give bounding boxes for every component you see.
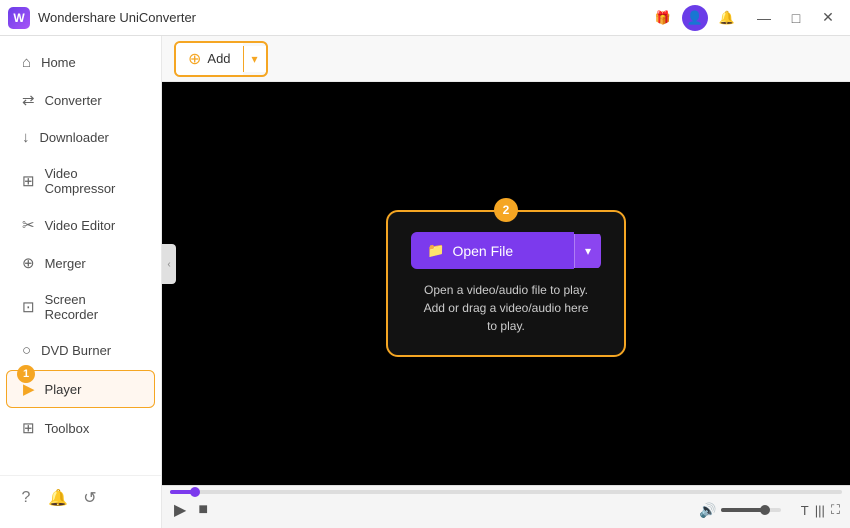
sidebar-item-screen-recorder[interactable]: ⊡ Screen Recorder xyxy=(6,283,155,331)
add-file-button[interactable]: ⊕ Add ▾ xyxy=(174,41,268,77)
sidebar-collapse-handle[interactable]: ‹ xyxy=(162,244,176,284)
sidebar: ⌂ Home ⇄ Converter ↓ Downloader ⊞ Video … xyxy=(0,36,162,528)
video-compressor-icon: ⊞ xyxy=(22,172,35,190)
progress-bar-container[interactable] xyxy=(162,486,850,494)
close-button[interactable]: ✕ xyxy=(814,4,842,32)
converter-icon: ⇄ xyxy=(22,91,35,109)
sidebar-label-merger: Merger xyxy=(45,256,86,271)
progress-bar-track[interactable] xyxy=(170,490,842,494)
add-dropdown-arrow[interactable]: ▾ xyxy=(243,46,266,72)
sidebar-label-video-compressor: Video Compressor xyxy=(45,166,139,196)
sidebar-item-converter[interactable]: ⇄ Converter xyxy=(6,82,155,118)
sidebar-label-downloader: Downloader xyxy=(40,130,109,145)
refresh-icon[interactable]: ↺ xyxy=(76,484,104,512)
open-file-badge: 2 xyxy=(494,198,518,222)
title-bar-left: W Wondershare UniConverter xyxy=(8,7,196,29)
app-logo: W xyxy=(8,7,30,29)
open-file-hint-line2: Add or drag a video/audio here to play. xyxy=(418,299,594,335)
sidebar-label-player: Player xyxy=(45,382,82,397)
window-controls: — □ ✕ xyxy=(750,4,842,32)
stop-button[interactable]: ■ xyxy=(196,499,210,521)
sidebar-item-dvd-burner[interactable]: ○ DVD Burner xyxy=(6,333,155,368)
open-file-label: Open File xyxy=(452,243,513,259)
player-area: 2 📁 Open File ▾ Open a video/audio file … xyxy=(162,82,850,528)
speed-icon: ||| xyxy=(815,503,825,518)
subtitle-icon: T xyxy=(801,503,809,518)
volume-fill xyxy=(721,508,763,512)
screen-recorder-icon: ⊡ xyxy=(22,298,35,316)
sidebar-label-video-editor: Video Editor xyxy=(45,218,116,233)
main-layout: ⌂ Home ⇄ Converter ↓ Downloader ⊞ Video … xyxy=(0,36,850,528)
player-badge: 1 xyxy=(17,365,35,383)
fullscreen-icon: ⛶ xyxy=(831,502,840,518)
controls-row: ▶ ■ 🔊 T ||| xyxy=(162,494,850,528)
sidebar-item-toolbox[interactable]: ⊞ Toolbox xyxy=(6,410,155,446)
volume-area: 🔊 xyxy=(699,502,780,519)
playback-bar: ▶ ■ 🔊 T ||| xyxy=(162,485,850,528)
open-file-dropdown-arrow[interactable]: ▾ xyxy=(574,234,601,268)
play-button[interactable]: ▶ xyxy=(172,498,188,522)
sidebar-label-screen-recorder: Screen Recorder xyxy=(45,292,139,322)
content-area: ‹ ⊕ Add ▾ 2 📁 Open File xyxy=(162,36,850,528)
user-icon[interactable]: 👤 xyxy=(682,5,708,31)
speed-button[interactable]: ||| xyxy=(815,503,825,518)
maximize-button[interactable]: □ xyxy=(782,4,810,32)
toolbar: ⊕ Add ▾ xyxy=(162,36,850,82)
open-file-folder-icon: 📁 xyxy=(427,242,444,259)
sidebar-item-home[interactable]: ⌂ Home xyxy=(6,45,155,80)
sidebar-item-player[interactable]: 1 ▶ Player xyxy=(6,370,155,408)
open-file-main-button[interactable]: 📁 Open File xyxy=(411,232,574,269)
notification-bell-icon[interactable]: 🔔 xyxy=(44,484,72,512)
sidebar-label-toolbox: Toolbox xyxy=(45,421,90,436)
open-file-hint-line1: Open a video/audio file to play. xyxy=(418,281,594,299)
video-editor-icon: ✂ xyxy=(22,216,35,234)
open-file-button-group[interactable]: 📁 Open File ▾ xyxy=(411,232,601,269)
toolbox-icon: ⊞ xyxy=(22,419,35,437)
add-icon: ⊕ xyxy=(188,49,201,69)
help-icon[interactable]: ? xyxy=(12,484,40,512)
sidebar-bottom: ? 🔔 ↺ xyxy=(0,475,161,520)
sidebar-item-downloader[interactable]: ↓ Downloader xyxy=(6,120,155,155)
sidebar-label-home: Home xyxy=(41,55,76,70)
merger-icon: ⊕ xyxy=(22,254,35,272)
add-file-main-button[interactable]: ⊕ Add xyxy=(176,43,243,75)
open-file-overlay: 2 📁 Open File ▾ Open a video/audio file … xyxy=(386,210,626,357)
gift-icon[interactable]: 🎁 xyxy=(650,5,676,31)
notification-icon[interactable]: 🔔 xyxy=(714,5,740,31)
video-canvas: 2 📁 Open File ▾ Open a video/audio file … xyxy=(162,82,850,485)
dvd-burner-icon: ○ xyxy=(22,342,31,359)
sidebar-item-video-compressor[interactable]: ⊞ Video Compressor xyxy=(6,157,155,205)
sidebar-item-merger[interactable]: ⊕ Merger xyxy=(6,245,155,281)
minimize-button[interactable]: — xyxy=(750,4,778,32)
app-title: Wondershare UniConverter xyxy=(38,10,196,25)
open-file-hint: Open a video/audio file to play. Add or … xyxy=(418,281,594,335)
sidebar-label-dvd-burner: DVD Burner xyxy=(41,343,111,358)
fullscreen-button[interactable]: ⛶ xyxy=(831,502,840,518)
volume-icon: 🔊 xyxy=(699,502,716,519)
title-bar: W Wondershare UniConverter 🎁 👤 🔔 — □ ✕ xyxy=(0,0,850,36)
sidebar-label-converter: Converter xyxy=(45,93,102,108)
sidebar-item-video-editor[interactable]: ✂ Video Editor xyxy=(6,207,155,243)
home-icon: ⌂ xyxy=(22,54,31,71)
title-bar-icons: 🎁 👤 🔔 xyxy=(650,5,740,31)
subtitle-button[interactable]: T xyxy=(801,503,809,518)
volume-dot xyxy=(760,505,770,515)
downloader-icon: ↓ xyxy=(22,129,30,146)
add-label: Add xyxy=(207,51,230,66)
volume-slider[interactable] xyxy=(721,508,781,512)
right-controls: T ||| ⛶ xyxy=(801,502,840,518)
